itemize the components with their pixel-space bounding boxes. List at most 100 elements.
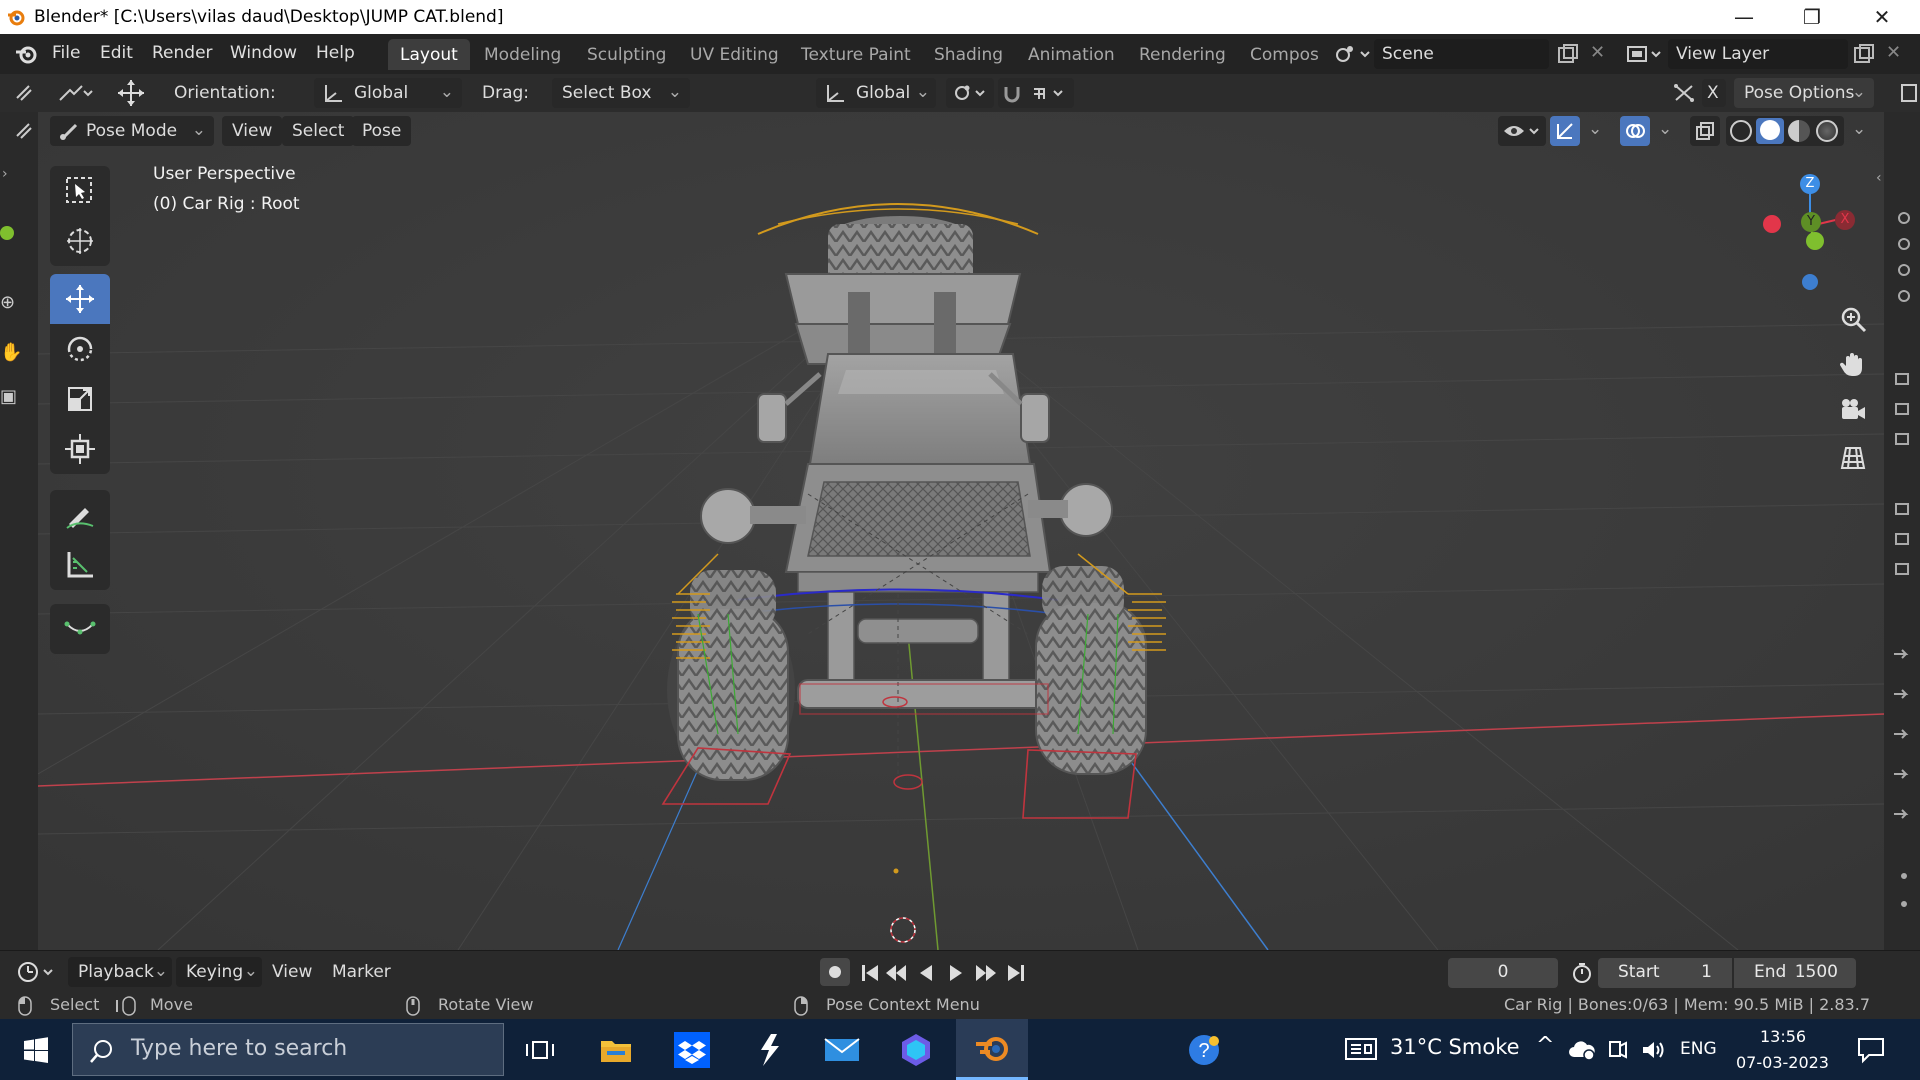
camera-icon[interactable]: ▣ (0, 386, 17, 407)
scale-tool[interactable] (50, 374, 110, 424)
gizmo-y-axis[interactable]: Y (1801, 212, 1821, 232)
volume-icon[interactable] (1640, 1038, 1666, 1062)
3d-viewport[interactable]: User Perspective (0) Car Rig : Root Z Y … (38, 74, 1884, 950)
active-tool-icon[interactable] (58, 82, 94, 104)
tab-animation[interactable]: Animation (1016, 39, 1127, 70)
playback-controls[interactable] (858, 960, 1030, 986)
perspective-toggle-icon[interactable] (1838, 442, 1868, 472)
tab-shading[interactable]: Shading (922, 39, 1015, 70)
pose-relax-tool[interactable] (50, 604, 110, 654)
camera-view-icon[interactable] (1838, 396, 1868, 426)
material-shading-icon[interactable] (1788, 120, 1810, 142)
dropbox-button[interactable] (656, 1019, 728, 1080)
overlays-dropdown-chevron-icon[interactable]: ⌄ (1658, 119, 1672, 139)
menu-file[interactable]: File (52, 43, 80, 63)
start-frame-field[interactable]: Start 1 (1598, 958, 1732, 988)
visibility-dropdown[interactable] (1498, 116, 1546, 146)
rendered-shading-icon[interactable] (1816, 120, 1838, 142)
gizmo-y-dot[interactable] (1806, 232, 1824, 250)
blender-taskbar-button[interactable] (956, 1019, 1028, 1080)
stopwatch-icon[interactable] (1570, 961, 1594, 985)
meet-now-icon[interactable] (1606, 1038, 1628, 1062)
add-icon[interactable]: ⊕ (0, 292, 15, 313)
view-layer-field[interactable]: View Layer (1668, 39, 1848, 69)
pose-options-dropdown[interactable]: Pose Options ⌄ (1734, 78, 1874, 108)
tab-uv-editing[interactable]: UV Editing (678, 39, 791, 70)
mail-button[interactable] (806, 1019, 878, 1080)
app-lightning-button[interactable] (732, 1019, 804, 1080)
menu-select[interactable]: Select (282, 116, 355, 146)
tray-chevron-up-icon[interactable]: ^ (1536, 1033, 1554, 1058)
timeline-marker-menu[interactable]: Marker (332, 962, 391, 982)
gizmo-z-axis[interactable]: Z (1800, 174, 1820, 194)
start-button[interactable] (0, 1019, 72, 1080)
drag-dropdown[interactable]: Select Box ⌄ (552, 78, 690, 108)
delete-view-layer-icon[interactable]: ✕ (1886, 42, 1901, 63)
annotate-tool[interactable] (50, 490, 110, 540)
select-box-tool[interactable] (50, 166, 110, 216)
tab-texture-paint[interactable]: Texture Paint (789, 39, 923, 70)
wireframe-shading-icon[interactable] (1730, 120, 1752, 142)
overlays-toggle[interactable] (1620, 116, 1650, 146)
delete-scene-icon[interactable]: ✕ (1590, 42, 1605, 63)
menu-view[interactable]: View (222, 116, 283, 146)
pivot-point-dropdown[interactable] (946, 78, 994, 108)
zoom-icon[interactable] (1838, 304, 1868, 334)
app-hexagon-button[interactable] (880, 1019, 952, 1080)
menu-window[interactable]: Window (230, 43, 297, 63)
playback-menu[interactable]: Playback ⌄ (68, 957, 172, 987)
transform-tool[interactable] (50, 424, 110, 474)
x-mirror-toggle[interactable]: X (1702, 79, 1726, 107)
tab-rendering[interactable]: Rendering (1127, 39, 1238, 70)
menu-help[interactable]: Help (316, 43, 355, 63)
snapping-group[interactable] (998, 78, 1074, 108)
clock-time[interactable]: 13:56 (1760, 1027, 1806, 1046)
view-layer-browse-icon[interactable] (1626, 43, 1664, 65)
transform-orientation-dropdown[interactable]: Global ⌄ (816, 78, 936, 108)
current-frame-field[interactable]: 0 (1448, 958, 1558, 988)
mode-dropdown[interactable]: Pose Mode ⌄ (50, 116, 214, 146)
new-view-layer-icon[interactable] (1852, 43, 1876, 65)
tab-sculpting[interactable]: Sculpting (575, 39, 678, 70)
timeline-editor-type-icon[interactable] (16, 960, 56, 984)
record-button[interactable] (820, 958, 850, 986)
taskbar-search-box[interactable]: Type here to search (72, 1023, 504, 1076)
xray-toggle[interactable] (1690, 116, 1720, 146)
editor-type-icon[interactable] (14, 82, 36, 104)
menu-render[interactable]: Render (152, 43, 213, 63)
shading-dropdown-chevron-icon[interactable]: ⌄ (1852, 119, 1866, 139)
menu-edit[interactable]: Edit (100, 43, 133, 63)
help-app-button[interactable]: ? (1168, 1019, 1240, 1080)
new-scene-icon[interactable] (1556, 43, 1580, 65)
solid-shading-button[interactable] (1756, 118, 1784, 144)
end-frame-field[interactable]: End 1500 (1734, 958, 1856, 988)
chevron-right-icon[interactable]: › (2, 166, 8, 182)
tab-compositing[interactable]: Compos (1238, 39, 1331, 70)
hand-icon[interactable]: ✋ (0, 342, 22, 363)
sidebar-toggle-icon[interactable]: ‹ (1876, 170, 1882, 186)
timeline-view-menu[interactable]: View (272, 962, 312, 982)
onedrive-cloud-icon[interactable] (1568, 1039, 1596, 1061)
viewport-editor-type-icon[interactable] (14, 120, 36, 142)
task-view-button[interactable] (504, 1019, 576, 1080)
clock-date[interactable]: 07-03-2023 (1736, 1053, 1829, 1072)
language-indicator[interactable]: ENG (1680, 1039, 1717, 1059)
panel-icon[interactable] (1898, 82, 1918, 104)
file-explorer-button[interactable] (580, 1019, 652, 1080)
menu-pose[interactable]: Pose (352, 116, 412, 146)
tab-modeling[interactable]: Modeling (472, 39, 573, 70)
orientation-dropdown[interactable]: Global ⌄ (314, 78, 462, 108)
rotate-tool[interactable] (50, 324, 110, 374)
bone-pose-icon[interactable] (1672, 82, 1696, 104)
gizmo-x-axis[interactable]: X (1835, 210, 1855, 230)
minimize-button[interactable]: — (1714, 0, 1774, 34)
gizmo-toggle[interactable] (1550, 116, 1580, 146)
scene-name-field[interactable]: Scene (1374, 39, 1549, 69)
scene-browse-icon[interactable] (1333, 43, 1371, 65)
move-tool[interactable] (50, 274, 110, 324)
gizmo-dropdown-chevron-icon[interactable]: ⌄ (1588, 119, 1602, 139)
pan-hand-icon[interactable] (1838, 350, 1868, 380)
close-button[interactable]: ✕ (1852, 0, 1912, 34)
outliner-strip-icons[interactable] (1890, 134, 1914, 954)
notifications-icon[interactable] (1856, 1035, 1886, 1065)
